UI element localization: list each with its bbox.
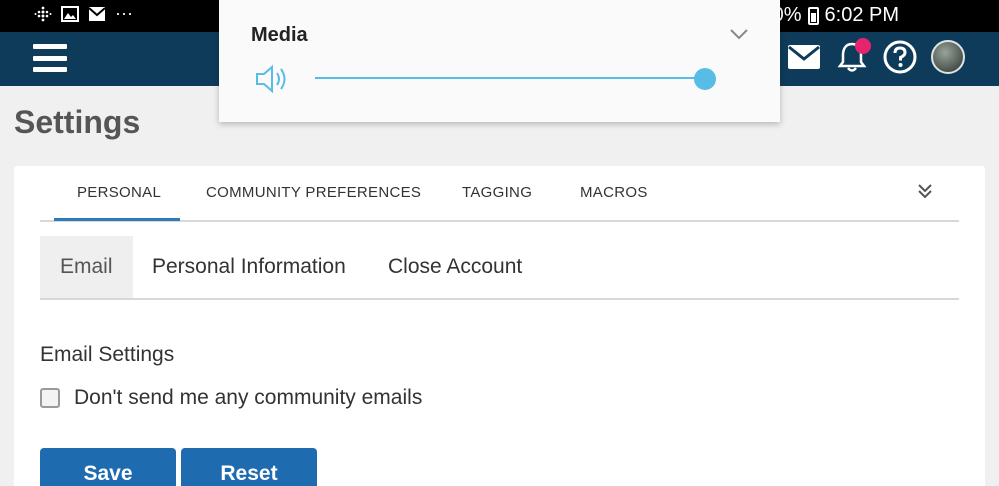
volume-panel: Media [219, 0, 780, 122]
tab-tagging[interactable]: TAGGING [462, 184, 532, 201]
clock: 6:02 PM [824, 4, 899, 26]
volume-slider-track[interactable] [315, 77, 705, 79]
help-icon[interactable] [883, 40, 917, 74]
more-dots-icon: ··· [115, 3, 133, 23]
gmail-icon [88, 6, 106, 22]
speaker-icon[interactable] [255, 62, 291, 96]
subtab-close-account[interactable]: Close Account [388, 236, 522, 298]
no-community-emails-checkbox[interactable] [40, 388, 60, 408]
volume-panel-title: Media [251, 24, 308, 46]
mail-icon[interactable] [787, 40, 821, 74]
no-community-emails-option: Don't send me any community emails [40, 386, 422, 410]
settings-card: PERSONAL COMMUNITY PREFERENCES TAGGING M… [14, 166, 985, 486]
gallery-icon [61, 6, 79, 22]
notification-badge [855, 38, 871, 54]
header-actions [787, 38, 965, 74]
chevron-down-icon[interactable] [728, 26, 750, 42]
volume-slider-thumb[interactable] [694, 68, 716, 90]
reset-button[interactable]: Reset [181, 448, 317, 486]
notification-bell-icon[interactable] [835, 38, 871, 74]
subtab-email[interactable]: Email [40, 236, 133, 298]
email-settings-heading: Email Settings [40, 343, 175, 366]
status-bar-system: 0% 6:02 PM [773, 4, 899, 27]
battery-icon [807, 6, 819, 25]
subtab-personal-information[interactable]: Personal Information [152, 236, 346, 298]
sub-tabs: Email Personal Information Close Account [40, 236, 959, 300]
status-bar-notifications: ··· [34, 3, 133, 23]
active-tab-indicator [54, 218, 180, 221]
save-button[interactable]: Save [40, 448, 176, 486]
no-community-emails-label[interactable]: Don't send me any community emails [74, 386, 422, 410]
hamburger-menu-icon[interactable] [33, 44, 67, 72]
main-tabs: PERSONAL COMMUNITY PREFERENCES TAGGING M… [40, 166, 959, 222]
tab-personal[interactable]: PERSONAL [77, 184, 161, 201]
page-title: Settings [14, 104, 141, 140]
fitbit-icon [34, 6, 52, 22]
double-chevron-down-icon[interactable] [915, 180, 935, 204]
tab-community-preferences[interactable]: COMMUNITY PREFERENCES [206, 184, 421, 201]
tab-macros[interactable]: MACROS [580, 184, 648, 201]
avatar[interactable] [931, 40, 965, 74]
